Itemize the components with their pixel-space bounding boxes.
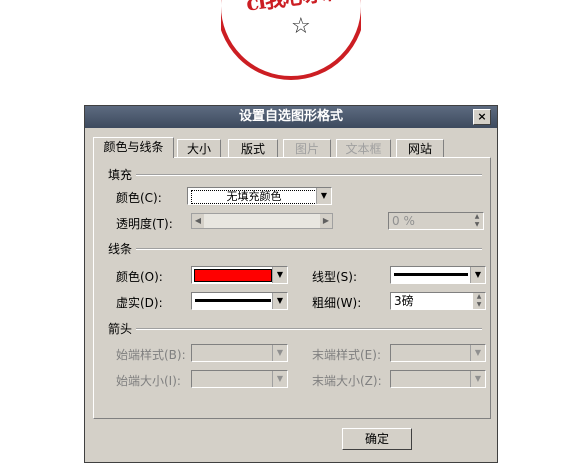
end-style-label: 末端样式(E): bbox=[312, 348, 381, 362]
arrows-heading: 箭头 bbox=[108, 322, 133, 336]
tab-web[interactable]: 网站 bbox=[396, 139, 444, 157]
fill-color-dropdown[interactable]: 无填充颜色 ▼ bbox=[187, 187, 332, 205]
dialog-titlebar: 设置自选图形格式 × bbox=[85, 106, 497, 128]
chevron-down-icon: ▼ bbox=[470, 267, 485, 283]
tab-picture: 图片 bbox=[283, 139, 331, 157]
line-color-swatch bbox=[194, 269, 272, 282]
chevron-down-icon: ▼ bbox=[272, 267, 287, 283]
divider bbox=[136, 248, 482, 250]
dash-label: 虚实(D): bbox=[116, 296, 163, 310]
line-color-dropdown[interactable]: ▼ bbox=[191, 266, 288, 284]
line-style-preview bbox=[394, 273, 468, 276]
transparency-slider[interactable]: ◀ ▶ bbox=[191, 213, 333, 229]
line-heading: 线条 bbox=[108, 242, 133, 256]
chevron-down-icon: ▼ bbox=[470, 371, 485, 387]
fill-heading: 填充 bbox=[108, 168, 133, 182]
tab-colors-lines[interactable]: 颜色与线条 bbox=[93, 137, 174, 158]
dash-dropdown[interactable]: ▼ bbox=[191, 292, 288, 310]
chevron-down-icon: ▼ bbox=[272, 371, 287, 387]
spinner-arrows-icon: ▲ ▼ bbox=[471, 213, 483, 229]
tab-label: 版式 bbox=[240, 142, 265, 156]
chevron-down-icon: ▼ bbox=[272, 345, 287, 361]
weight-value: 3磅 bbox=[394, 294, 414, 308]
weight-spinner[interactable]: 3磅 ▲ ▼ bbox=[390, 292, 486, 310]
end-size-dropdown: ▼ bbox=[390, 370, 486, 388]
divider bbox=[136, 328, 482, 330]
chevron-down-icon: ▼ bbox=[272, 293, 287, 309]
end-style-dropdown: ▼ bbox=[390, 344, 486, 362]
tab-label: 图片 bbox=[294, 142, 319, 156]
stamp-image: cl我心永恒 ☆ bbox=[221, 0, 361, 86]
tab-panel: 填充 颜色(C): 无填充颜色 ▼ 透明度(T): ◀ ▶ 0 % ▲ ▼ 线条 … bbox=[93, 157, 491, 419]
star-icon: ☆ bbox=[291, 14, 311, 39]
begin-size-dropdown: ▼ bbox=[191, 370, 288, 388]
fill-color-label: 颜色(C): bbox=[116, 191, 162, 205]
tab-size[interactable]: 大小 bbox=[177, 139, 221, 157]
transparency-value: 0 % bbox=[392, 214, 415, 228]
end-size-label: 末端大小(Z): bbox=[312, 374, 382, 388]
tab-textbox: 文本框 bbox=[336, 139, 391, 157]
chevron-left-icon[interactable]: ◀ bbox=[192, 214, 204, 228]
tab-layout[interactable]: 版式 bbox=[228, 139, 278, 157]
chevron-down-icon: ▼ bbox=[316, 188, 331, 204]
transparency-label: 透明度(T): bbox=[116, 217, 173, 231]
dialog-title: 设置自选图形格式 bbox=[238, 109, 343, 124]
ok-button[interactable]: 确定 bbox=[342, 428, 412, 450]
chevron-right-icon[interactable]: ▶ bbox=[320, 214, 332, 228]
weight-label: 粗细(W): bbox=[312, 296, 362, 310]
begin-style-label: 始端样式(B): bbox=[116, 348, 186, 362]
divider bbox=[136, 174, 482, 176]
format-shape-dialog: 设置自选图形格式 × 颜色与线条 大小 版式 图片 文本框 网站 填充 颜色(C… bbox=[84, 105, 498, 463]
line-style-label: 线型(S): bbox=[312, 270, 358, 284]
tab-label: 大小 bbox=[186, 142, 211, 156]
chevron-down-icon: ▼ bbox=[470, 345, 485, 361]
tab-label: 网站 bbox=[407, 142, 432, 156]
begin-style-dropdown: ▼ bbox=[191, 344, 288, 362]
line-color-label: 颜色(O): bbox=[116, 270, 163, 284]
transparency-spinner: 0 % ▲ ▼ bbox=[388, 212, 484, 230]
line-style-dropdown[interactable]: ▼ bbox=[390, 266, 486, 284]
spinner-arrows-icon[interactable]: ▲ ▼ bbox=[473, 293, 485, 309]
tab-label: 颜色与线条 bbox=[103, 140, 164, 154]
dash-preview bbox=[195, 299, 271, 302]
begin-size-label: 始端大小(I): bbox=[116, 374, 181, 388]
tab-label: 文本框 bbox=[345, 142, 382, 156]
fill-color-value: 无填充颜色 bbox=[191, 190, 317, 204]
close-button[interactable]: × bbox=[473, 109, 491, 125]
